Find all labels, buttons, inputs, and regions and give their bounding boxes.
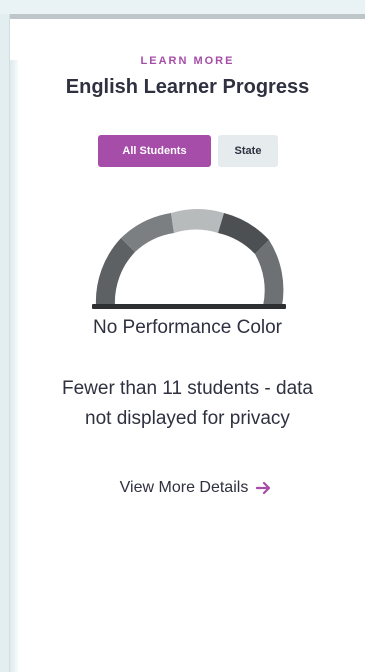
english-learner-progress-card: LEARN MORE English Learner Progress All …: [10, 14, 365, 672]
arrow-right-icon: [256, 481, 271, 495]
performance-gauge-icon: [92, 209, 286, 309]
student-group-toggle: All Students State: [98, 135, 278, 167]
learn-more-link[interactable]: LEARN MORE: [10, 55, 365, 67]
privacy-note: Fewer than 11 students - data not displa…: [10, 374, 365, 434]
state-button[interactable]: State: [218, 135, 278, 167]
card-left-shadow: [10, 60, 18, 672]
gauge-segment-left: [95, 238, 135, 306]
performance-color-status: No Performance Color: [92, 317, 283, 338]
top-strip: [0, 0, 365, 14]
privacy-note-line-1: Fewer than 11 students - data: [61, 378, 314, 399]
privacy-note-line-2: not displayed for privacy: [85, 408, 290, 429]
view-more-details-label: View More Details: [119, 479, 249, 496]
gauge-segment-right: [255, 240, 284, 306]
all-students-button[interactable]: All Students: [98, 135, 211, 167]
gauge-segment-center: [171, 209, 224, 233]
view-more-details-link[interactable]: View More Details: [96, 475, 296, 501]
gauge-base: [92, 304, 286, 309]
card-title: English Learner Progress: [65, 76, 310, 98]
